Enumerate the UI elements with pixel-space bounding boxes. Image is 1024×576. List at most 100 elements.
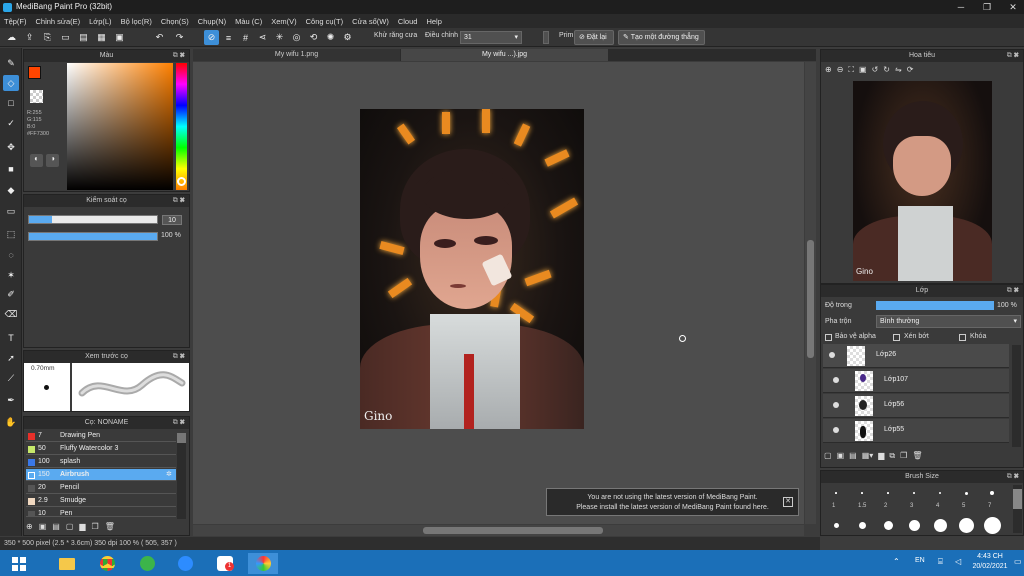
vanishing-point-icon[interactable]: ✺ xyxy=(323,30,338,45)
menu-filter[interactable]: Bộ lọc(R) xyxy=(121,17,152,26)
start-button[interactable] xyxy=(2,553,36,574)
menu-help[interactable]: Help xyxy=(426,17,441,26)
coccoc-icon[interactable] xyxy=(132,553,162,574)
rotate-left-icon[interactable]: ↺ xyxy=(872,65,879,75)
protect-alpha-checkbox[interactable] xyxy=(825,334,832,341)
brush-size-dot[interactable] xyxy=(983,516,1001,534)
hue-handle[interactable] xyxy=(177,177,186,186)
layer-opacity-slider[interactable] xyxy=(876,301,994,310)
make-line-button[interactable]: ✎ Tạo một đường thẳng xyxy=(618,30,705,45)
brush-size-value[interactable]: 10 xyxy=(162,215,182,225)
brush-size-dot[interactable] xyxy=(913,492,915,494)
shape-tool-icon[interactable]: ■ xyxy=(3,161,19,177)
notification-center-icon[interactable]: ▭ xyxy=(1014,557,1022,566)
new-brush-icon[interactable]: ▢ xyxy=(66,522,74,531)
canvas-area[interactable]: Gino You are not using the latest versio… xyxy=(193,62,816,524)
brush-opacity-slider[interactable] xyxy=(28,232,158,241)
layer-row[interactable]: Lớp56 xyxy=(823,394,1009,418)
bucket-tool-icon[interactable]: ◆ xyxy=(3,182,19,198)
file-explorer-icon[interactable] xyxy=(52,553,82,574)
brush-settings-icon[interactable]: ✲ xyxy=(166,469,172,481)
expand-icon[interactable]: ⧉ ✖ xyxy=(1007,285,1019,297)
zoom-in-icon[interactable]: ⊕ xyxy=(825,65,832,75)
trash-icon[interactable]: 🗑 xyxy=(105,522,115,531)
brush-item[interactable]: 7 Drawing Pen xyxy=(26,430,176,442)
menu-snap[interactable]: Chụp(N) xyxy=(198,17,226,26)
thumbnail-icon[interactable]: ▣ xyxy=(112,30,127,45)
circle-snap-icon[interactable]: ◎ xyxy=(289,30,304,45)
import-brush-icon[interactable]: ▣ xyxy=(39,522,47,531)
minimize-button[interactable]: ─ xyxy=(952,0,970,14)
brush-size-dot[interactable] xyxy=(964,491,968,495)
transparent-swatch[interactable] xyxy=(30,90,43,103)
move-tool-icon[interactable]: ✥ xyxy=(3,139,19,155)
menu-layer[interactable]: Lớp(L) xyxy=(89,17,111,26)
eye-icon[interactable] xyxy=(833,377,839,383)
select-eraser-icon[interactable]: ⌫ xyxy=(3,306,19,322)
brush-size-dot[interactable] xyxy=(958,517,974,533)
blend-mode-dropdown[interactable]: Bình thường ▾ xyxy=(876,315,1021,328)
actual-size-icon[interactable]: ▣ xyxy=(859,65,867,75)
rotate-right-icon[interactable]: ↻ xyxy=(883,65,890,75)
adjust-slider[interactable] xyxy=(543,31,549,44)
folder-icon[interactable]: ▆ xyxy=(79,522,85,531)
comment-icon[interactable]: ▭ xyxy=(58,30,73,45)
new-layer-icon[interactable]: ▢ xyxy=(824,451,832,461)
expand-icon[interactable]: ⧉ ✖ xyxy=(1007,50,1019,62)
flip-icon[interactable]: ⇋ xyxy=(895,65,902,75)
gradient-tool-icon[interactable]: ▭ xyxy=(3,203,19,219)
foreground-color-swatch[interactable] xyxy=(28,66,41,79)
brush-size-dot[interactable] xyxy=(835,492,837,494)
clock-time[interactable]: 4:43 CH xyxy=(972,553,1008,560)
brush-size-dot[interactable] xyxy=(908,519,920,531)
network-icon[interactable]: ⌸ xyxy=(938,557,943,567)
close-button[interactable]: ✕ xyxy=(1004,0,1022,14)
add-brush-icon[interactable]: ⊕ xyxy=(26,522,33,531)
duplicate-icon[interactable]: ❐ xyxy=(92,522,99,531)
brush-item[interactable]: 10 Pen xyxy=(26,508,176,517)
duplicate-layer-icon[interactable]: ❐ xyxy=(900,451,907,461)
radial-snap-icon[interactable]: ✳ xyxy=(272,30,287,45)
divide-tool-icon[interactable]: ⟋ xyxy=(3,370,19,386)
folder-brush-icon[interactable]: ▤ xyxy=(52,522,60,531)
language-indicator[interactable]: EN xyxy=(915,557,925,564)
eye-icon[interactable] xyxy=(833,427,839,433)
chat-icon[interactable]: ▤ xyxy=(76,30,91,45)
snap-off-icon[interactable]: ⊘ xyxy=(204,30,219,45)
medibang-icon[interactable] xyxy=(248,553,278,574)
new-halftone-layer-icon[interactable]: ▤ xyxy=(849,451,857,461)
horizontal-scrollbar[interactable] xyxy=(193,525,804,536)
hue-slider[interactable] xyxy=(176,63,187,190)
expand-icon[interactable]: ⧉ ✖ xyxy=(1007,471,1019,483)
expand-icon[interactable]: ⧉ ✖ xyxy=(173,50,185,62)
reset-button[interactable]: ⊘ Đặt lại xyxy=(574,30,614,45)
new-color-layer-icon[interactable]: ▣ xyxy=(837,451,845,461)
chrome-icon[interactable] xyxy=(92,553,122,574)
volume-icon[interactable]: ◁ xyxy=(955,557,961,566)
menu-tools[interactable]: Công cụ(T) xyxy=(306,17,344,26)
zoom-app-icon[interactable] xyxy=(170,553,200,574)
close-icon[interactable]: ✕ xyxy=(783,497,793,507)
maximize-button[interactable]: ❐ xyxy=(978,0,996,14)
share-icon[interactable]: ⎘ xyxy=(40,30,55,45)
brush-tool-icon[interactable]: ✎ xyxy=(3,55,19,71)
expand-icon[interactable]: ⧉ ✖ xyxy=(173,417,185,429)
vertical-scrollbar[interactable] xyxy=(805,62,816,524)
operation-tool-icon[interactable]: ➚ xyxy=(3,350,19,366)
eraser-tool-icon[interactable]: ◇ xyxy=(3,75,19,91)
grid-snap-icon[interactable]: # xyxy=(238,30,253,45)
brush-size-dot[interactable] xyxy=(989,490,995,496)
grid-view-icon[interactable]: ▦ xyxy=(94,30,109,45)
menu-edit[interactable]: Chỉnh sửa(E) xyxy=(36,17,81,26)
layer-row[interactable]: Lớp107 xyxy=(823,369,1009,393)
fit-icon[interactable]: ⛶ xyxy=(848,65,854,75)
brush-size-slider[interactable] xyxy=(28,215,158,224)
select-brush-icon[interactable]: ✐ xyxy=(3,286,19,302)
brush-size-dot[interactable] xyxy=(887,492,889,494)
text-tool-icon[interactable]: T xyxy=(3,330,19,346)
layer-scrollbar[interactable] xyxy=(1012,345,1021,447)
menu-view[interactable]: Xem(V) xyxy=(271,17,296,26)
lock-checkbox[interactable] xyxy=(959,334,966,341)
eye-icon[interactable] xyxy=(833,402,839,408)
redo-icon[interactable]: ↷ xyxy=(172,30,187,45)
